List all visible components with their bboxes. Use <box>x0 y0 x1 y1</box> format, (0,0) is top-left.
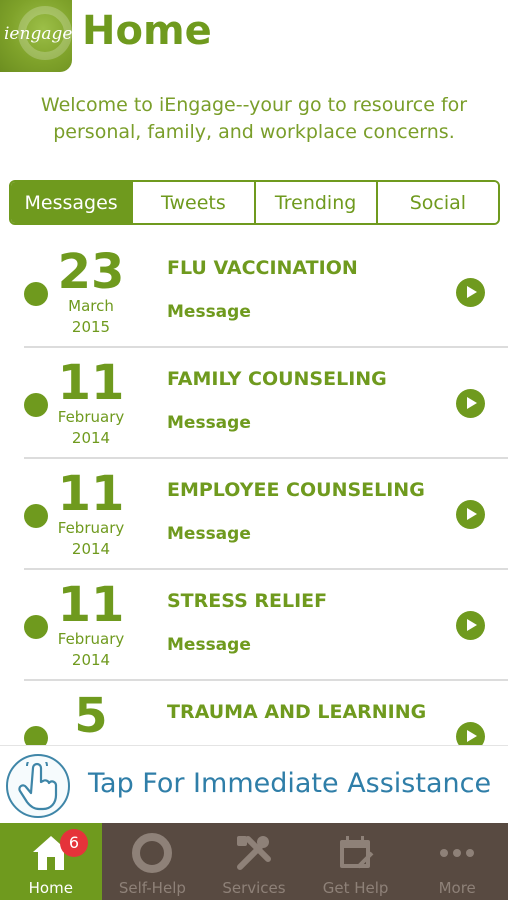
tabbar-services[interactable]: Services <box>203 823 305 900</box>
play-arrow-icon[interactable] <box>456 722 485 745</box>
segmented-tabs: Messages Tweets Trending Social <box>9 180 500 225</box>
welcome-line-1: Welcome to iEngage--your go to resource … <box>40 94 468 116</box>
date-year: 2015 <box>71 318 111 336</box>
message-list: 23 March 2015 FLU VACCINATION Message 11… <box>0 237 508 745</box>
header: iengage Home <box>0 0 508 90</box>
bullet-dot <box>24 393 48 417</box>
list-item[interactable]: 11 February 2014 FAMILY COUNSELING Messa… <box>0 348 508 459</box>
list-item[interactable]: 11 February 2014 STRESS RELIEF Message <box>0 570 508 681</box>
play-arrow-icon[interactable] <box>456 278 485 307</box>
date-day: 11 <box>57 466 125 522</box>
date-day: 23 <box>57 244 125 300</box>
date-month: February <box>57 519 125 537</box>
calendar-icon <box>336 833 376 877</box>
play-arrow-icon[interactable] <box>456 389 485 418</box>
message-title: EMPLOYEE COUNSELING <box>167 479 425 501</box>
date-day: 5 <box>74 688 108 744</box>
tabbar-label: Services <box>222 879 286 897</box>
date-year: 2014 <box>71 651 111 669</box>
message-title: TRAUMA AND LEARNING <box>167 701 427 723</box>
date-month: February <box>57 630 125 648</box>
date-day: 11 <box>57 577 125 633</box>
message-date: 11 February 2014 <box>52 358 130 450</box>
welcome-line-2: personal, family, and workplace concerns… <box>53 121 455 143</box>
message-title: FLU VACCINATION <box>167 257 358 279</box>
tabbar-more[interactable]: More <box>406 823 508 900</box>
bullet-dot <box>24 615 48 639</box>
date-month: February <box>57 408 125 426</box>
message-title: FAMILY COUNSELING <box>167 368 387 390</box>
assist-label: Tap For Immediate Assistance <box>88 768 492 799</box>
tools-icon <box>234 833 274 877</box>
bottom-tab-bar: 6 Home Self-Help Services Get Help More <box>0 823 508 900</box>
page-title: Home <box>82 8 212 54</box>
bullet-dot <box>24 282 48 306</box>
message-date: 11 February 2014 <box>52 469 130 561</box>
immediate-assistance-button[interactable]: Tap For Immediate Assistance <box>0 745 508 823</box>
play-arrow-icon[interactable] <box>456 500 485 529</box>
tab-social[interactable]: Social <box>375 182 498 223</box>
play-arrow-icon[interactable] <box>456 611 485 640</box>
message-date: 5 <box>52 691 130 741</box>
message-title: STRESS RELIEF <box>167 590 328 612</box>
notification-badge: 6 <box>60 829 88 857</box>
list-item[interactable]: 23 March 2015 FLU VACCINATION Message <box>0 237 508 348</box>
tabbar-label: Self-Help <box>118 879 186 897</box>
tabbar-get-help[interactable]: Get Help <box>305 823 407 900</box>
welcome-text: Welcome to iEngage--your go to resource … <box>20 92 488 146</box>
tabbar-label: Home <box>28 879 73 897</box>
tab-messages[interactable]: Messages <box>11 182 132 223</box>
tabbar-self-help[interactable]: Self-Help <box>102 823 204 900</box>
date-day: 11 <box>57 355 125 411</box>
tabbar-label: Get Help <box>322 879 389 897</box>
tab-tweets[interactable]: Tweets <box>131 182 254 223</box>
tabbar-label: More <box>438 879 476 897</box>
bullet-dot <box>24 504 48 528</box>
message-type: Message <box>167 635 251 655</box>
message-date: 23 March 2015 <box>52 247 130 339</box>
tab-trending[interactable]: Trending <box>253 182 376 223</box>
lifebuoy-icon <box>132 833 173 877</box>
hand-pointer-icon <box>6 754 70 818</box>
list-item[interactable]: 5 TRAUMA AND LEARNING <box>0 681 508 745</box>
message-type: Message <box>167 302 251 322</box>
app-logo: iengage <box>0 0 72 72</box>
tabbar-home[interactable]: 6 Home <box>0 823 102 900</box>
message-date: 11 February 2014 <box>52 580 130 672</box>
bullet-dot <box>24 726 48 745</box>
message-type: Message <box>167 524 251 544</box>
message-type: Message <box>167 413 251 433</box>
logo-text: iengage <box>4 24 72 44</box>
more-dots-icon <box>437 833 477 877</box>
date-year: 2014 <box>71 540 111 558</box>
list-item[interactable]: 11 February 2014 EMPLOYEE COUNSELING Mes… <box>0 459 508 570</box>
date-year: 2014 <box>71 429 111 447</box>
